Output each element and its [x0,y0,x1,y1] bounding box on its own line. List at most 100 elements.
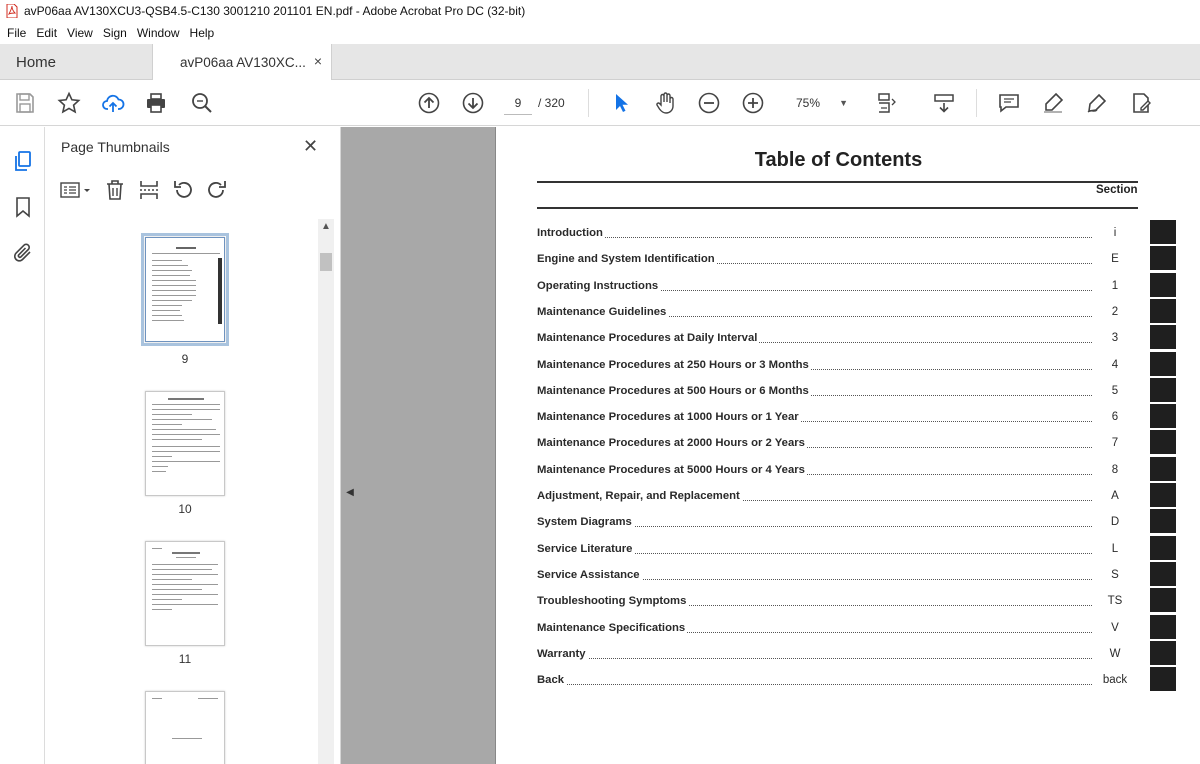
menu-edit[interactable]: Edit [31,26,62,40]
tab-bar: Home avP06aa AV130XC... × [0,44,1200,81]
toc-entry[interactable]: Adjustment, Repair, and Replacement A [537,483,1177,510]
toc-entry-section: S [1111,568,1119,581]
zoom-in-icon[interactable] [741,91,765,115]
section-tab-marker [1150,456,1176,481]
chevron-down-icon: ▼ [839,98,848,108]
document-viewer[interactable]: ◀ Table of Contents Section Introduction… [341,127,1200,764]
toc-entry-label: Warranty [537,647,588,660]
next-page-icon[interactable] [461,91,485,115]
thumbnail-scrollbar[interactable]: ▲ [318,219,334,764]
toc-entry[interactable]: Engine and System Identification E [537,246,1177,273]
page-number-input[interactable]: 9 [504,91,532,115]
toc-entry[interactable]: Back back [537,667,1177,694]
zoom-search-icon[interactable] [190,91,214,115]
scroll-mode-icon[interactable] [932,91,956,115]
close-tab-icon[interactable]: × [314,53,322,69]
section-tab-marker [1150,667,1176,692]
toc-entry-section: 4 [1111,358,1119,371]
toc-entry-label: Engine and System Identification [537,253,717,266]
toc-entry-label: Operating Instructions [537,279,661,292]
section-tab-marker [1150,404,1176,429]
toc-entry-section: 7 [1111,437,1119,450]
page-thumbnail[interactable] [145,691,225,764]
select-cursor-icon[interactable] [609,91,633,115]
comment-icon[interactable] [997,91,1021,115]
page-total: / 320 [538,96,565,110]
tab-home[interactable]: Home [0,44,152,80]
thumbnail-page-number: 10 [178,502,192,516]
toc-entry-label: Maintenance Procedures at 2000 Hours or … [537,437,807,450]
toc-entry[interactable]: System Diagrams D [537,509,1177,536]
zoom-out-icon[interactable] [697,91,721,115]
save-icon[interactable] [13,91,37,115]
toc-entry-label: Service Assistance [537,568,642,581]
panel-title: Page Thumbnails [61,139,170,155]
page-thumbnail[interactable] [145,541,225,646]
toc-entry-label: Maintenance Guidelines [537,305,669,318]
page-thumbnails-icon[interactable] [11,149,35,173]
toc-entry[interactable]: Operating Instructions 1 [537,272,1177,300]
section-tab-marker [1150,640,1176,665]
section-tab-marker [1150,377,1176,402]
menu-help[interactable]: Help [185,26,220,40]
section-tab-marker [1150,298,1176,323]
delete-page-icon[interactable] [103,178,127,202]
print-icon[interactable] [144,91,168,115]
toc-entry[interactable]: Maintenance Procedures at 2000 Hours or … [537,430,1177,457]
toc-entry[interactable]: Maintenance Procedures at 500 Hours or 6… [537,377,1177,405]
toc-entry[interactable]: Introduction i [537,220,1177,247]
tab-document[interactable]: avP06aa AV130XC... × [152,44,332,81]
thumbnail-options-icon[interactable] [59,178,93,202]
toc-entry-label: Maintenance Procedures at 5000 Hours or … [537,463,807,476]
section-tab-marker [1150,588,1176,613]
previous-page-icon[interactable] [417,91,441,115]
star-icon[interactable] [57,91,81,115]
toc-entry[interactable]: Maintenance Procedures at Daily Interval… [537,325,1177,352]
rotate-clockwise-icon[interactable] [205,178,229,202]
draw-sign-icon[interactable] [1085,91,1109,115]
section-tab-marker [1150,272,1176,297]
toc-entry[interactable]: Maintenance Procedures at 250 Hours or 3… [537,351,1177,379]
menu-file[interactable]: File [2,26,31,40]
page-thumbnail[interactable] [145,391,225,496]
toc-entry[interactable]: Service Literature L [537,535,1177,563]
collapse-panel-icon[interactable]: ◀ [344,481,356,505]
toc-entry-section: D [1110,516,1120,529]
insert-page-icon[interactable] [137,178,161,202]
toc-entry[interactable]: Maintenance Procedures at 1000 Hours or … [537,404,1177,431]
leader-dots [537,684,1092,686]
page-thumbnail[interactable] [141,233,229,346]
toc-entry[interactable]: Service Assistance S [537,561,1177,589]
toc-entry-section: A [1111,490,1119,502]
toc-entry[interactable]: Maintenance Guidelines 2 [537,298,1177,326]
toc-entry[interactable]: Troubleshooting Symptoms TS [537,588,1177,615]
menu-window[interactable]: Window [132,26,185,40]
pdf-file-icon [6,4,18,18]
toc-entry-section: W [1109,647,1121,660]
zoom-level-value: 75% [796,96,821,110]
fill-sign-icon[interactable] [1129,91,1153,115]
close-panel-icon[interactable]: ✕ [303,136,318,157]
toc-entry[interactable]: Maintenance Procedures at 5000 Hours or … [537,456,1177,484]
menu-view[interactable]: View [62,26,98,40]
zoom-level-dropdown[interactable]: 75% ▼ [782,91,854,115]
thumbnail-list: 9 10 11 [45,219,317,764]
attachment-icon[interactable] [11,241,35,265]
bookmark-icon[interactable] [11,195,35,219]
scroll-up-icon[interactable]: ▲ [318,221,334,235]
rotate-counterclockwise-icon[interactable] [171,178,195,202]
page-thumbnails-panel: Page Thumbnails ✕ 9 10 11 ▲ [45,127,341,764]
toc-entry[interactable]: Maintenance Specifications V [537,614,1177,642]
navigation-rail [0,127,45,764]
section-tab-marker [1150,351,1176,376]
toc-entry-label: Adjustment, Repair, and Replacement [537,490,742,502]
menu-sign[interactable]: Sign [98,26,132,40]
highlight-pen-icon[interactable] [1041,91,1065,115]
page-fit-icon[interactable] [876,91,900,115]
section-tab-marker [1150,614,1176,639]
toc-entry[interactable]: Warranty W [537,640,1177,668]
toc-entry-label: Troubleshooting Symptoms [537,595,689,608]
cloud-upload-icon[interactable] [101,91,125,115]
scrollbar-thumb[interactable] [320,253,332,271]
hand-tool-icon[interactable] [653,91,677,115]
